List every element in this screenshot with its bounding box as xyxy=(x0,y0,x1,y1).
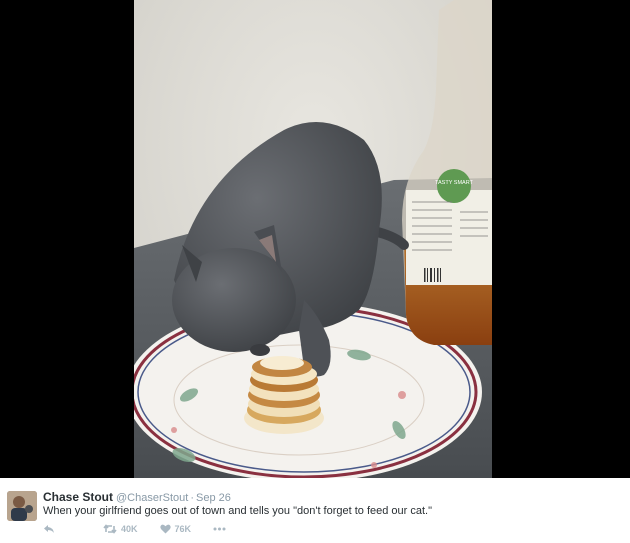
heart-icon xyxy=(159,524,171,534)
tweet-date[interactable]: Sep 26 xyxy=(196,492,231,504)
tweet-header: Chase Stout @ChaserStout · Sep 26 xyxy=(43,490,231,504)
author-name[interactable]: Chase Stout xyxy=(43,490,113,504)
retweet-button[interactable]: 40K xyxy=(103,524,138,534)
tweet-photo[interactable]: TASTY SMART xyxy=(134,0,492,478)
syrup-brand-label: TASTY SMART xyxy=(435,180,474,186)
author-handle[interactable]: @ChaserStout xyxy=(116,492,188,504)
tweet-actions: 40K 76K xyxy=(43,522,248,536)
tweet-text: When your girlfriend goes out of town an… xyxy=(43,505,433,517)
more-button[interactable] xyxy=(213,527,226,531)
like-count: 76K xyxy=(174,524,192,534)
tweet-card: Chase Stout @ChaserStout · Sep 26 When your… xyxy=(0,478,630,543)
reply-icon xyxy=(44,525,54,533)
more-icon xyxy=(213,527,226,531)
like-button[interactable]: 76K xyxy=(159,524,192,534)
separator-dot: · xyxy=(190,492,194,504)
reply-button[interactable] xyxy=(43,524,55,534)
retweet-icon xyxy=(103,524,117,534)
avatar[interactable] xyxy=(7,491,37,521)
tweet-media[interactable]: TASTY SMART xyxy=(0,0,630,478)
retweet-count: 40K xyxy=(121,524,138,534)
